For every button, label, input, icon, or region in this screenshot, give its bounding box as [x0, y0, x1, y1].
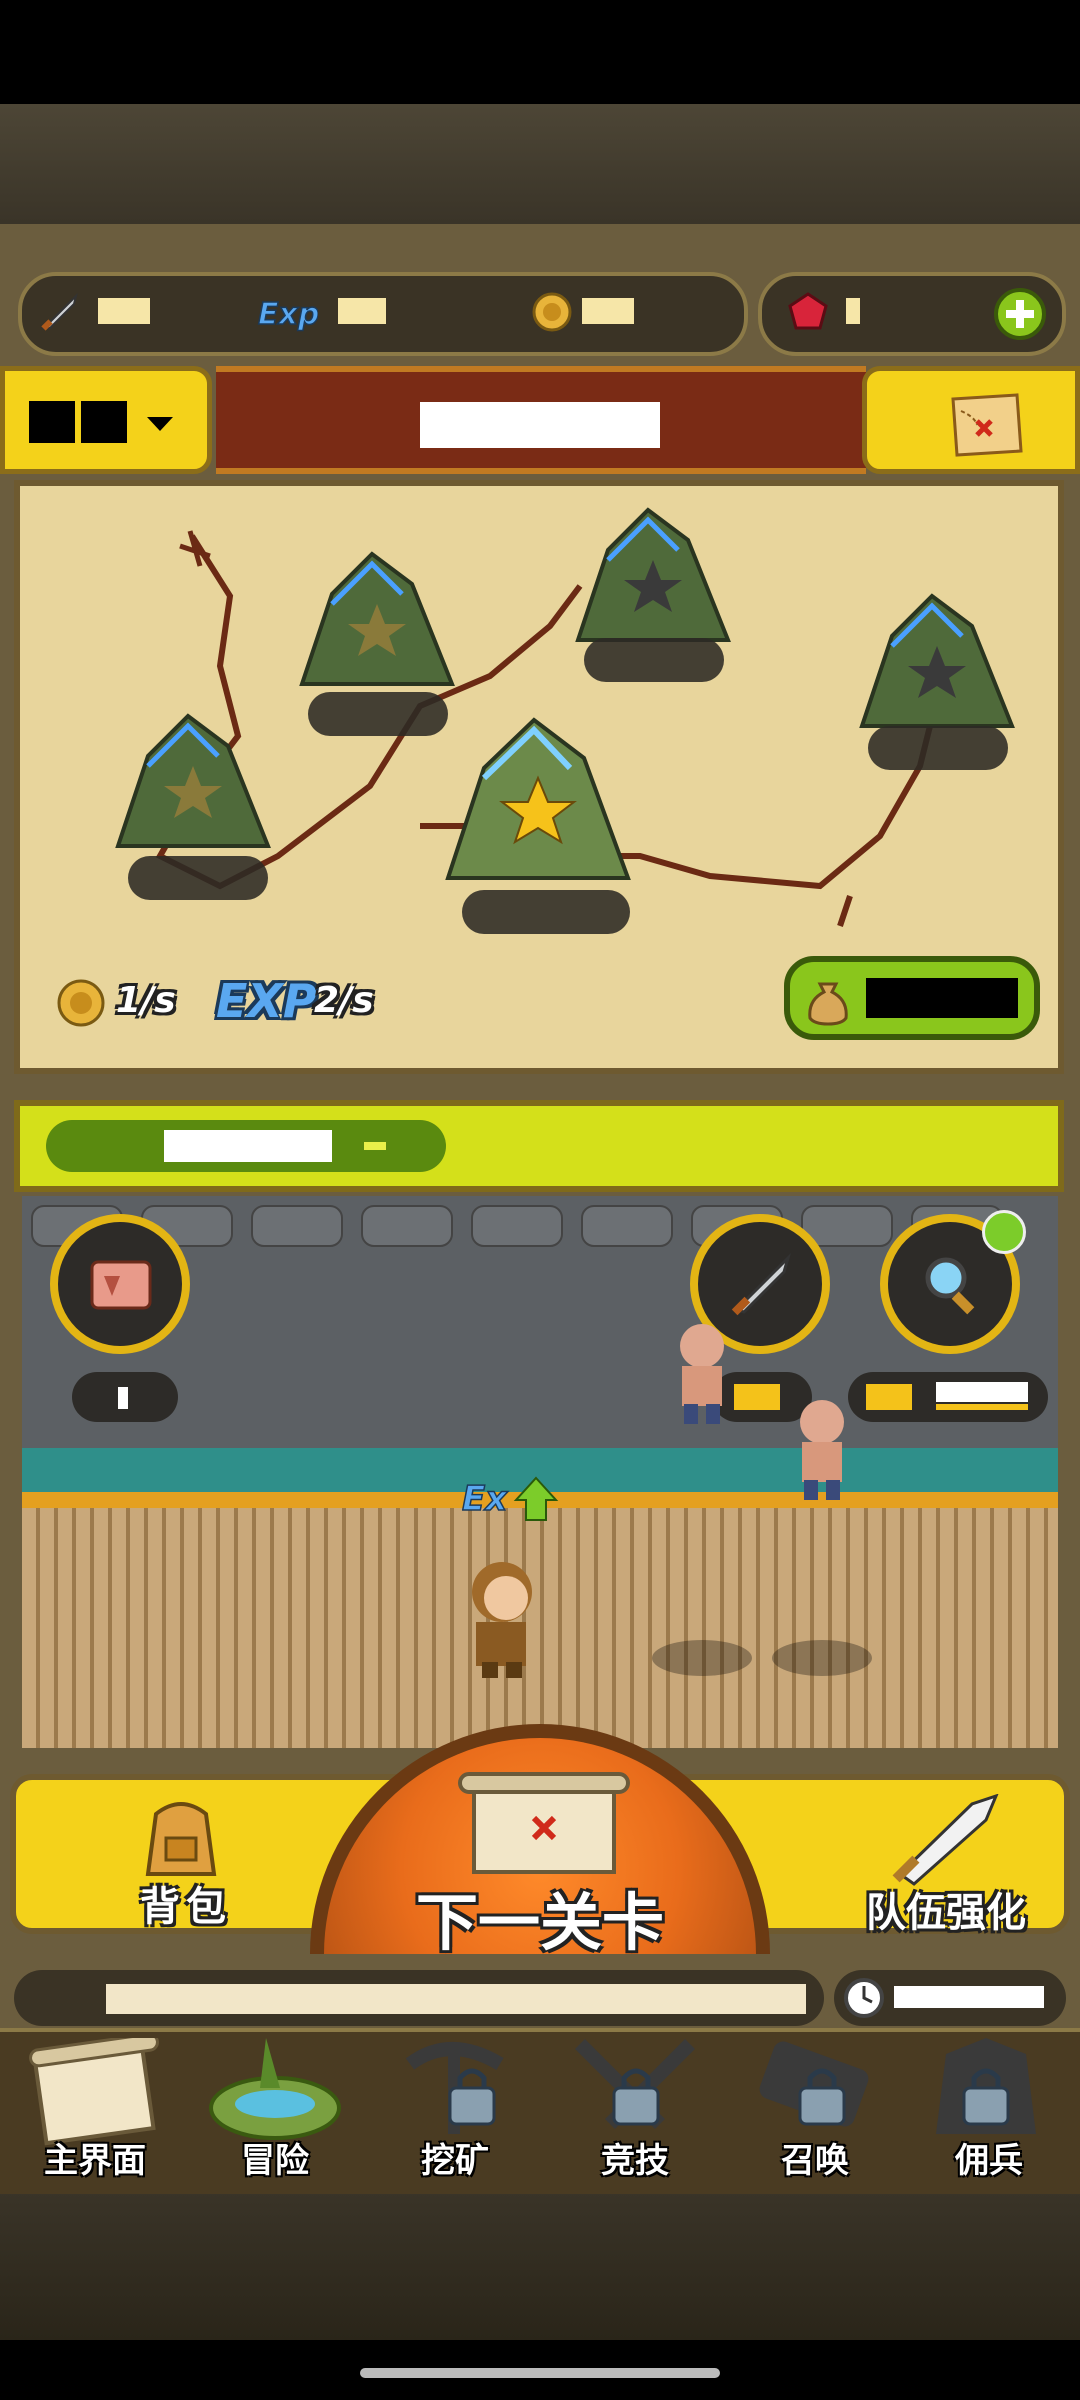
ruby-icon: [784, 288, 832, 336]
stage-badge: [308, 692, 448, 736]
nav-adventure[interactable]: 冒险: [186, 2028, 364, 2188]
region-title-banner: [216, 366, 866, 474]
stage-node[interactable]: [108, 706, 278, 860]
chevron-down-icon: [145, 415, 175, 437]
stage-badge: [868, 726, 1008, 770]
locked-swords-icon: [575, 2039, 695, 2129]
nav-summon[interactable]: 召唤: [726, 2028, 904, 2188]
locked-pickaxe-icon: [405, 2042, 504, 2134]
nav-arena[interactable]: 竞技: [546, 2028, 724, 2188]
enemy-brute: [662, 1316, 742, 1430]
bottom-frame: [0, 2190, 1080, 2340]
coin-icon: [54, 976, 108, 1034]
exp-icon: EXP: [216, 974, 317, 1028]
enemy-brute: [782, 1392, 862, 1506]
stage-node[interactable]: [292, 544, 462, 698]
region-dropdown[interactable]: [0, 366, 212, 474]
gem-bar: [758, 272, 1066, 356]
sword-icon: [36, 288, 84, 336]
top-frame: [0, 104, 1080, 224]
attack-value: [98, 298, 150, 324]
next-stage-label: 下一关卡: [415, 1886, 664, 1959]
exp-rate: 2/s: [314, 980, 374, 1021]
backpack-label: 背包: [140, 1884, 232, 1930]
nav-label: 佣兵: [955, 2141, 1023, 2181]
region-title: [420, 402, 660, 448]
nav-mining[interactable]: 挖矿: [366, 2028, 544, 2188]
stage-node[interactable]: [852, 586, 1022, 740]
sword-icon: [892, 1794, 999, 1886]
exp-icon: Exp: [254, 288, 320, 336]
svg-text:Ex: Ex: [462, 1479, 508, 1519]
skill-scroll-button[interactable]: [50, 1214, 190, 1354]
nav-label: 主界面: [44, 2141, 146, 2181]
stage-badge: [128, 856, 268, 900]
scroll-icon: [86, 1254, 156, 1320]
locked-summon-icon: [759, 2041, 869, 2127]
nav-label: 冒险: [241, 2141, 309, 2181]
level-up-exp-icon: Ex: [461, 1472, 562, 1528]
team-upgrade-button[interactable]: 队伍强化: [826, 1794, 1066, 1936]
nav-label: 竞技: [601, 2141, 669, 2181]
money-bag-icon: [804, 974, 852, 1030]
scroll-map-icon: [29, 2038, 159, 2146]
gold-rate: 1/s: [116, 980, 176, 1021]
treasure-map-icon: [947, 391, 1027, 463]
team-upgrade-label: 队伍强化: [866, 1890, 1026, 1936]
battle-scene: Ex: [22, 1196, 1058, 1748]
hero-character: [446, 1552, 556, 1686]
skill-timer: [72, 1372, 178, 1422]
svg-text:Exp: Exp: [258, 297, 318, 332]
stage-badge: [462, 890, 630, 934]
coin-icon: [526, 288, 574, 336]
clock-bar: [834, 1970, 1066, 2026]
adventure-map: 1/s EXP 2/s: [14, 480, 1064, 1074]
scroll-icon: [458, 1772, 630, 1874]
stage-progress-fill: [46, 1120, 446, 1172]
clock-icon: [842, 1976, 886, 2024]
exp-value: [338, 298, 386, 324]
world-map-button[interactable]: [862, 366, 1080, 474]
sword-icon: [726, 1250, 796, 1324]
magnifier-icon: [916, 1250, 986, 1324]
resource-bar: Exp: [18, 272, 748, 356]
backpack-button[interactable]: 背包: [96, 1794, 276, 1934]
boss-hp-pill: [848, 1372, 1048, 1422]
stage-progress-bar: [14, 1100, 1064, 1192]
locked-mercenary-icon: [936, 2038, 1036, 2134]
collect-rewards-button[interactable]: [784, 956, 1040, 1040]
nav-label: 召唤: [781, 2141, 849, 2181]
backpack-icon: [145, 1802, 217, 1876]
island-icon: [209, 2038, 341, 2140]
nav-mercenary[interactable]: 佣兵: [900, 2028, 1078, 2188]
plus-icon[interactable]: [994, 288, 1046, 340]
nav-home[interactable]: 主界面: [6, 2028, 184, 2188]
message-ticker: [14, 1970, 824, 2026]
stage-node[interactable]: [568, 500, 738, 654]
gem-value: [846, 298, 860, 324]
stage-node-current[interactable]: [438, 708, 638, 892]
notification-dot: [982, 1210, 1026, 1254]
stage-badge: [584, 638, 724, 682]
home-indicator[interactable]: [360, 2368, 720, 2378]
gold-value: [582, 298, 634, 324]
shadow: [772, 1640, 872, 1676]
nav-label: 挖矿: [421, 2141, 489, 2181]
shadow: [652, 1640, 752, 1676]
